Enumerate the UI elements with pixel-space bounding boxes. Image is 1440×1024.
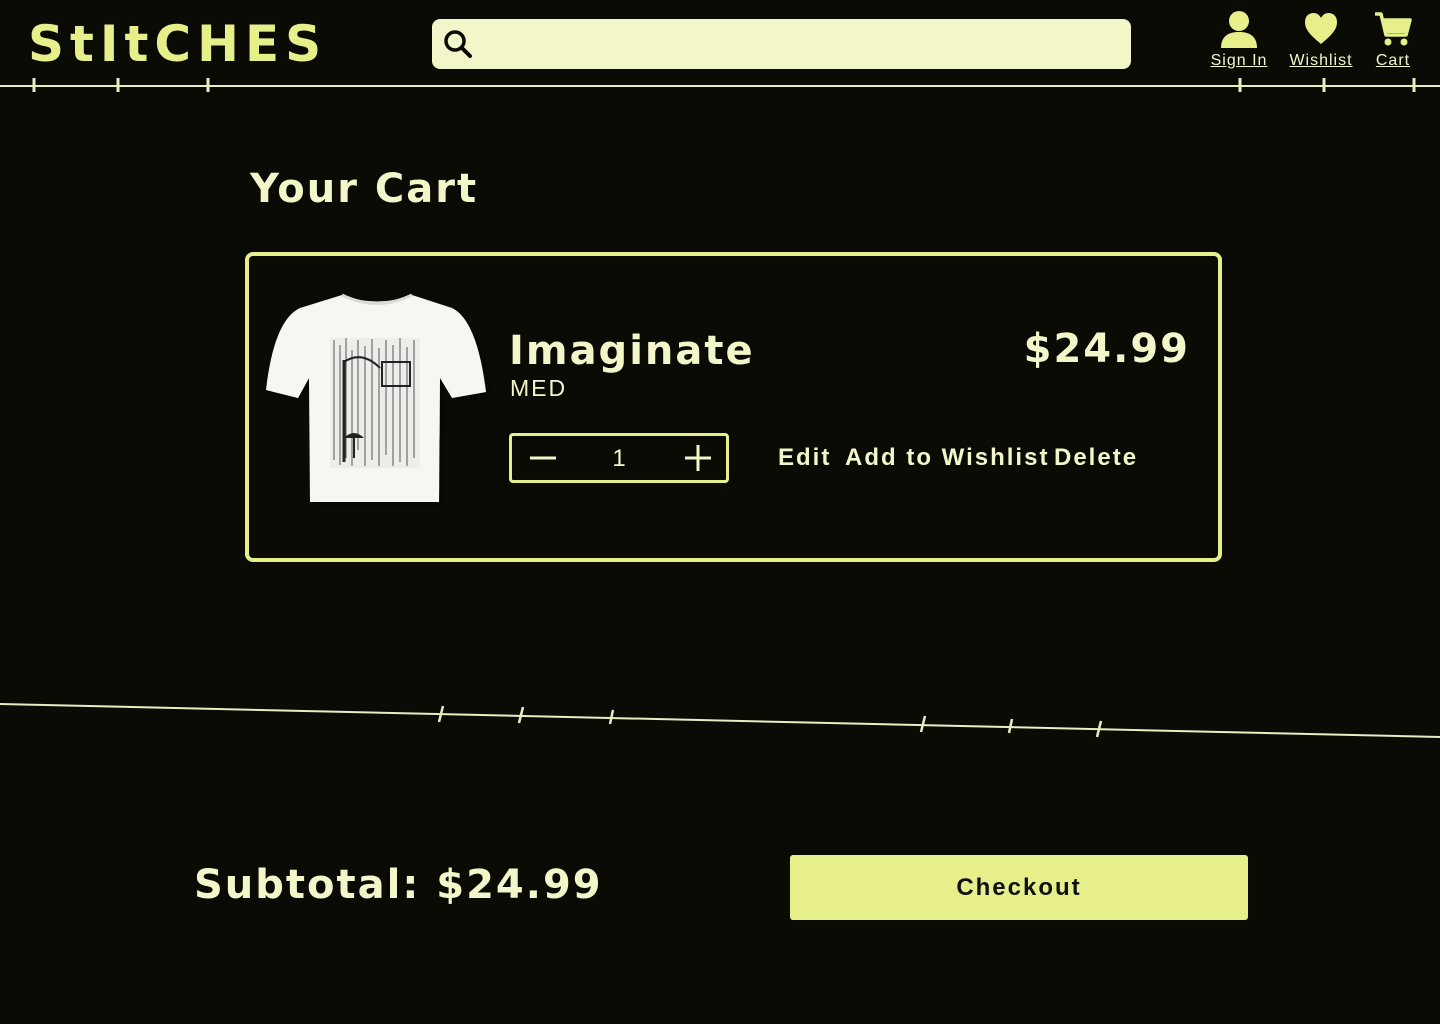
checkout-button[interactable]: Checkout — [790, 855, 1248, 920]
product-size: MED — [510, 375, 568, 401]
delete-item-link[interactable]: Delete — [1054, 444, 1138, 472]
add-to-wishlist-link[interactable]: Add to Wishlist — [845, 444, 1049, 472]
header-stitch-divider — [0, 78, 1440, 92]
nav-cart[interactable]: Cart — [1357, 10, 1429, 76]
nav-wishlist[interactable]: Wishlist — [1285, 10, 1357, 76]
increase-quantity-button[interactable] — [666, 436, 726, 480]
decrease-quantity-button[interactable] — [512, 436, 572, 480]
heart-icon — [1305, 13, 1337, 44]
plus-icon — [685, 445, 711, 471]
site-logo[interactable]: StItCHES — [28, 14, 327, 74]
shopping-cart-icon — [1375, 12, 1412, 46]
search-input[interactable] — [486, 19, 1120, 71]
nav-cart-label: Cart — [1375, 52, 1411, 69]
edit-item-link[interactable]: Edit — [778, 444, 831, 472]
quantity-value[interactable]: 1 — [582, 436, 656, 480]
search-icon[interactable] — [442, 28, 474, 60]
shirt-print-graphic — [330, 338, 420, 468]
search-bar[interactable] — [432, 19, 1131, 71]
user-icon — [1221, 11, 1257, 48]
minus-icon — [530, 456, 556, 460]
product-name[interactable]: Imaginate — [509, 328, 755, 374]
subtotal-text: Subtotal: $24.99 — [194, 862, 603, 908]
product-price: $24.99 — [1023, 326, 1190, 372]
cart-title: Your Cart — [250, 166, 479, 212]
nav-sign-in[interactable]: Sign In — [1203, 10, 1275, 76]
nav-sign-in-label: Sign In — [1210, 52, 1268, 69]
nav-wishlist-label: Wishlist — [1289, 52, 1353, 69]
product-image[interactable] — [262, 290, 492, 510]
section-stitch-divider — [0, 703, 1440, 738]
quantity-stepper: 1 — [509, 433, 729, 483]
